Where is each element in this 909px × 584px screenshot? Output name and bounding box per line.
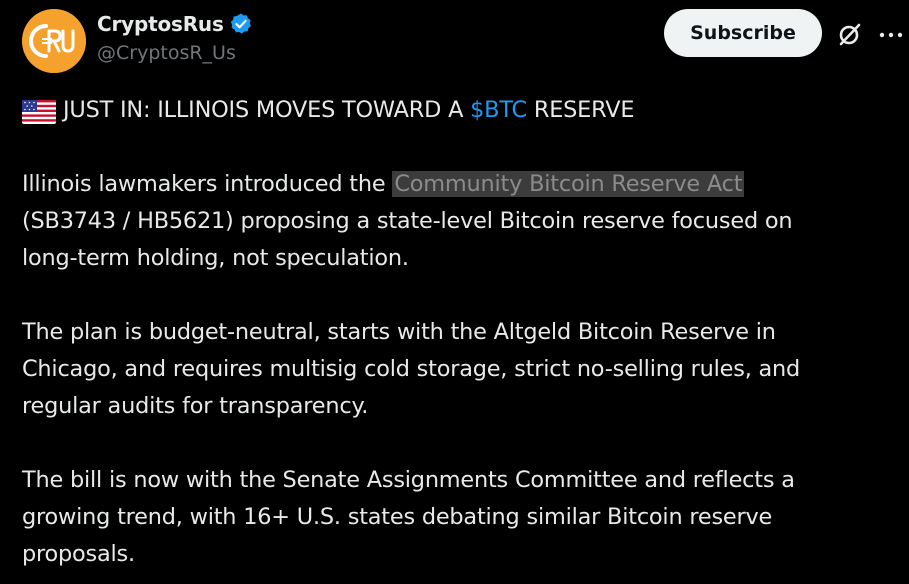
tweet-headline: JUST IN: ILLINOIS MOVES TOWARD A $BTC RE…	[22, 92, 902, 129]
btc-cashtag-link[interactable]: $BTC	[470, 92, 527, 129]
us-flag-icon	[22, 99, 56, 124]
p3-line3: proposals.	[22, 541, 135, 567]
paragraph-1: Illinois lawmakers introduced the Commun…	[22, 166, 902, 277]
headline-text-pre: JUST IN: ILLINOIS MOVES TOWARD A	[63, 97, 471, 123]
tweet-body: JUST IN: ILLINOIS MOVES TOWARD A $BTC RE…	[22, 92, 902, 573]
p1-line1-text: Illinois lawmakers introduced the	[22, 171, 393, 197]
highlighted-text: Community Bitcoin Reserve Act	[392, 171, 745, 197]
crypto-rus-logo-icon	[22, 9, 86, 73]
avatar[interactable]	[22, 9, 86, 73]
user-handle[interactable]: @CryptosR_Us	[97, 42, 253, 64]
p1-line2: (SB3743 / HB5621) proposing a state-leve…	[22, 208, 793, 234]
p1-line3: long-term holding, not speculation.	[22, 245, 409, 271]
grok-slash-circle-icon[interactable]	[836, 20, 864, 48]
subscribe-button[interactable]: Subscribe	[664, 9, 822, 57]
tweet-header: CryptosRus @CryptosR_Us Subscribe	[0, 0, 909, 90]
display-name-row: CryptosRus	[97, 10, 253, 38]
paragraph-2: The plan is budget-neutral, starts with …	[22, 314, 902, 425]
p2-line2: Chicago, and requires multisig cold stor…	[22, 356, 801, 382]
verified-badge-icon[interactable]	[229, 12, 253, 36]
paragraph-3: The bill is now with the Senate Assignme…	[22, 462, 902, 573]
more-dots-icon[interactable]	[877, 27, 905, 41]
p2-line1: The plan is budget-neutral, starts with …	[22, 319, 776, 345]
headline-text-post: RESERVE	[526, 97, 635, 123]
display-name[interactable]: CryptosRus	[97, 12, 224, 36]
p3-line1: The bill is now with the Senate Assignme…	[22, 467, 795, 493]
p2-line3: regular audits for transparency.	[22, 393, 369, 419]
author-names: CryptosRus @CryptosR_Us	[97, 10, 253, 64]
p3-line2: growing trend, with 16+ U.S. states deba…	[22, 504, 773, 530]
